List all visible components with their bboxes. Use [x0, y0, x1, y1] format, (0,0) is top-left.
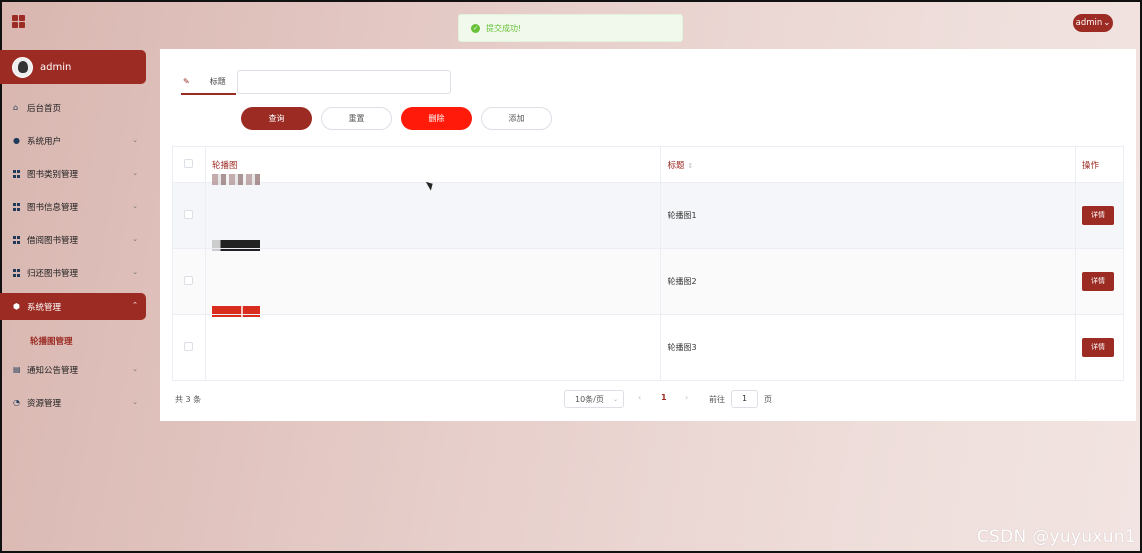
carousel-thumbnail — [211, 173, 260, 185]
chevron-down-icon: ⌄ — [132, 365, 138, 373]
pie-icon: ◔ — [13, 398, 20, 407]
user-dropdown-label: admin — [1075, 18, 1103, 28]
query-button[interactable]: 查询 — [241, 107, 312, 130]
table-row: 轮播图1 详情 — [172, 173, 1124, 249]
prev-page-icon[interactable]: ‹ — [638, 393, 641, 402]
pagination: 共 3 条 10条/页 ⌄ ‹ 1 › 前往 1 页 — [175, 389, 1121, 409]
chevron-down-icon: ⌄ — [132, 268, 138, 276]
success-toast: ✓ 提交成功! — [458, 14, 683, 42]
delete-button[interactable]: 删除 — [401, 107, 472, 130]
sidebar-item-notice[interactable]: ▤ 通知公告管理 ⌄ — [0, 357, 146, 383]
chevron-up-icon: ⌃ — [132, 301, 138, 309]
sidebar-item-book-info[interactable]: 图书信息管理 ⌄ — [0, 194, 146, 220]
row-checkbox[interactable] — [184, 210, 194, 219]
grid-icon — [13, 203, 21, 211]
detail-button[interactable]: 详情 — [1082, 272, 1114, 291]
sidebar-item-label: 系统管理 — [27, 302, 62, 313]
title-search-input[interactable] — [237, 70, 451, 94]
app-menu-icon[interactable] — [12, 15, 25, 28]
search-label-text: 标题 — [209, 76, 226, 86]
row-checkbox[interactable] — [184, 342, 194, 351]
sidebar-item-borrow[interactable]: 借阅图书管理 ⌄ — [0, 227, 146, 253]
reset-button[interactable]: 重置 — [321, 107, 392, 130]
avatar — [12, 56, 33, 78]
search-label: ✎ 标题 — [181, 70, 236, 95]
sidebar-item-home[interactable]: ⌂ 后台首页 — [0, 95, 146, 121]
sidebar-item-label: 系统用户 — [27, 137, 62, 147]
chevron-down-icon: ⌄ — [132, 398, 138, 406]
grid-icon — [13, 269, 21, 277]
add-button[interactable]: 添加 — [481, 107, 552, 130]
sidebar-item-label: 后台首页 — [27, 104, 62, 114]
row-title: 轮播图1 — [660, 182, 1076, 249]
detail-button[interactable]: 详情 — [1082, 338, 1114, 357]
next-page-icon[interactable]: › — [685, 393, 688, 402]
settings-icon: ⬢ — [13, 301, 20, 311]
home-icon: ⌂ — [13, 103, 19, 112]
sidebar-item-book-category[interactable]: 图书类别管理 ⌄ — [0, 161, 146, 187]
sidebar-item-label: 图书信息管理 — [27, 203, 79, 213]
chevron-down-icon: ⌄ — [612, 395, 618, 403]
page-suffix: 页 — [764, 395, 772, 404]
chevron-down-icon: ⌄ — [132, 202, 138, 210]
goto-page-input[interactable]: 1 — [731, 390, 758, 408]
username: admin — [40, 61, 72, 73]
sidebar-item-label: 图书类别管理 — [27, 170, 79, 180]
carousel-table: 轮播图 标题 ⇕ 操作 轮播图1 详情 轮播图2 详情 轮播图3 详情 — [172, 146, 1124, 381]
column-header-title[interactable]: 标题 ⇕ — [660, 146, 1076, 183]
page-size-select[interactable]: 10条/页 ⌄ — [564, 390, 624, 408]
table-row: 轮播图2 详情 — [172, 239, 1124, 315]
sidebar-item-label: 通知公告管理 — [27, 366, 79, 376]
table-header-row: 轮播图 标题 ⇕ 操作 — [172, 146, 1124, 183]
chevron-down-icon: ⌄ — [132, 136, 138, 144]
row-title: 轮播图3 — [660, 314, 1076, 381]
chevron-down-icon: ⌄ — [132, 235, 138, 243]
carousel-thumbnail — [211, 239, 260, 251]
grid-icon — [13, 170, 21, 178]
notice-icon: ▤ — [13, 365, 21, 374]
page-size-value: 10条/页 — [575, 394, 604, 404]
chevron-down-icon: ⌄ — [1103, 18, 1111, 28]
page-number[interactable]: 1 — [661, 393, 667, 402]
row-checkbox[interactable] — [184, 276, 194, 285]
sidebar-subitem-carousel[interactable]: 轮播图管理 — [30, 335, 73, 347]
goto-label: 前往 — [709, 395, 725, 404]
sidebar-item-label: 借阅图书管理 — [27, 236, 79, 246]
sidebar-item-system-management[interactable]: ⬢ 系统管理 ⌃ — [0, 293, 146, 320]
grid-icon — [13, 236, 21, 244]
column-header-image: 轮播图 — [204, 146, 662, 183]
sort-icon[interactable]: ⇕ — [688, 162, 694, 170]
detail-button[interactable]: 详情 — [1082, 206, 1114, 225]
sidebar-item-return[interactable]: 归还图书管理 ⌄ — [0, 260, 146, 286]
total-count: 共 3 条 — [175, 395, 202, 404]
pen-icon: ✎ — [183, 76, 190, 86]
user-icon: ● — [13, 136, 20, 145]
table-row: 轮播图3 详情 — [172, 305, 1124, 381]
user-card: admin — [0, 50, 146, 84]
select-all-checkbox[interactable] — [184, 158, 194, 168]
toast-message: 提交成功! — [486, 23, 522, 33]
sidebar-item-label: 资源管理 — [27, 399, 62, 409]
sidebar-item-resources[interactable]: ◔ 资源管理 ⌄ — [0, 390, 146, 416]
chevron-down-icon: ⌄ — [132, 169, 138, 177]
search-form: ✎ 标题 — [181, 69, 451, 95]
user-dropdown[interactable]: admin ⌄ — [1073, 14, 1113, 32]
sidebar-item-system-users[interactable]: ● 系统用户 ⌄ — [0, 128, 146, 154]
main-panel: ✎ 标题 查询 重置 删除 添加 轮播图 标题 ⇕ 操作 轮播图1 详情 轮播图2… — [160, 49, 1136, 421]
column-header-actions: 操作 — [1075, 146, 1124, 183]
watermark: CSDN @yuyuxun1 — [976, 527, 1136, 547]
sidebar-item-label: 归还图书管理 — [27, 269, 79, 279]
carousel-thumbnail — [211, 305, 260, 317]
column-header-title-label: 标题 — [667, 160, 685, 171]
select-all-cell — [172, 146, 206, 183]
row-title: 轮播图2 — [660, 248, 1076, 315]
success-check-icon: ✓ — [471, 23, 480, 33]
